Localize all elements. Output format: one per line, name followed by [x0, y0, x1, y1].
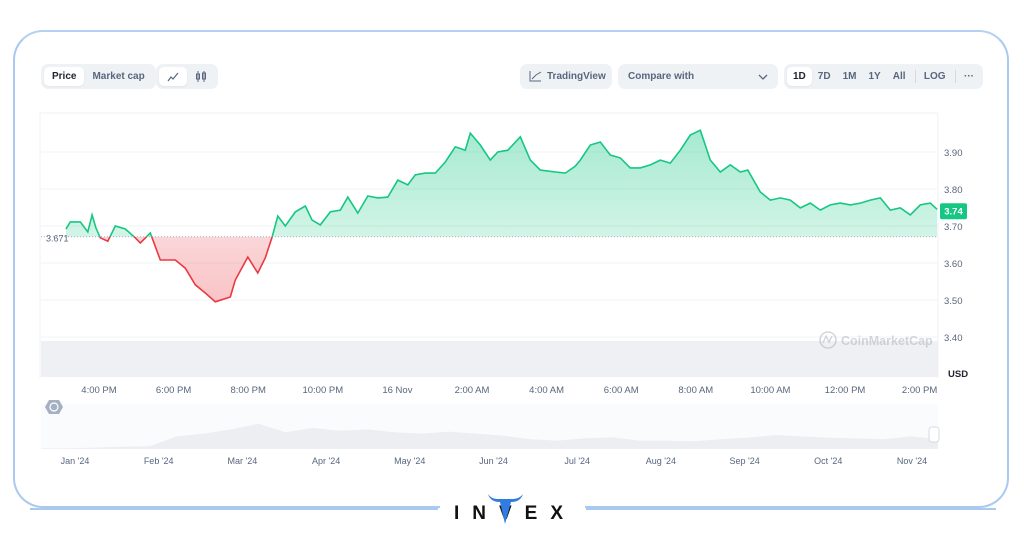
range-1y[interactable]: 1Y: [863, 67, 887, 86]
line-chart-button[interactable]: [159, 67, 187, 86]
more-options-button[interactable]: ···: [958, 67, 980, 86]
compare-with-label: Compare with: [628, 71, 695, 82]
brand-name: INVEX: [454, 503, 576, 524]
tab-market-cap[interactable]: Market cap: [84, 67, 152, 86]
range-7d[interactable]: 7D: [812, 67, 837, 86]
tab-price[interactable]: Price: [44, 67, 85, 86]
range-1d[interactable]: 1D: [787, 67, 812, 86]
view-tabs: Price Market cap: [41, 64, 156, 89]
tradingview-button[interactable]: TradingView: [520, 64, 612, 89]
line-chart-icon: [167, 72, 179, 81]
invex-logo: INVEX: [440, 494, 585, 530]
chart-type-toggle: [156, 64, 218, 89]
content-frame: [13, 30, 1009, 508]
candlestick-icon: [196, 71, 206, 82]
candlestick-button[interactable]: [187, 67, 215, 86]
compare-with-dropdown[interactable]: Compare with: [618, 64, 778, 89]
tradingview-label: TradingView: [547, 71, 606, 82]
tradingview-chart-icon: [529, 71, 542, 82]
brand-line-left: [30, 508, 438, 510]
brand-line-right: [586, 508, 996, 510]
range-1m[interactable]: 1M: [837, 67, 863, 86]
range-selector: 1D 7D 1M 1Y All LOG ···: [784, 64, 983, 89]
chevron-down-icon: [758, 74, 768, 80]
range-all[interactable]: All: [887, 67, 912, 86]
log-scale-button[interactable]: LOG: [918, 67, 952, 86]
